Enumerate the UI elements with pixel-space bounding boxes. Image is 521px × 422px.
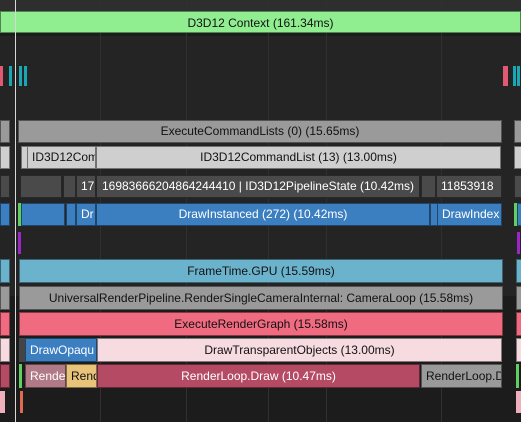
camera-loop-bar[interactable]: UniversalRenderPipeline.RenderSingleCame… xyxy=(19,286,503,310)
camera-loop-left-stub[interactable] xyxy=(0,286,10,310)
draw-right-bar[interactable]: DrawIndex xyxy=(437,203,502,226)
pipeline-gap[interactable] xyxy=(421,175,436,198)
execute-left-stub[interactable] xyxy=(0,120,10,143)
draw-left-bar[interactable]: Dr xyxy=(76,203,96,226)
event-marker[interactable] xyxy=(503,66,508,86)
render-loop-right-green[interactable] xyxy=(516,364,519,388)
render-graph-left-stub[interactable] xyxy=(0,312,10,336)
pipeline-right-stub[interactable] xyxy=(514,175,521,198)
frame-time-left-stub[interactable] xyxy=(0,259,10,283)
event-marker[interactable] xyxy=(19,66,22,86)
frame-time-gpu-bar[interactable]: FrameTime.GPU (15.59ms) xyxy=(19,259,503,283)
render-loop-right-bar[interactable]: RenderLoop.D xyxy=(421,364,502,388)
render-graph-right-stub[interactable] xyxy=(516,312,521,336)
pipeline-tiny[interactable] xyxy=(63,175,76,198)
draw-instanced-bar[interactable]: DrawInstanced (272) (10.42ms) xyxy=(96,203,430,226)
event-marker[interactable] xyxy=(24,66,27,86)
draw-objects-right-stub[interactable] xyxy=(516,338,521,362)
execute-right-stub[interactable] xyxy=(514,120,521,143)
draw-objects-left-stub[interactable] xyxy=(0,338,10,362)
command-list-left-bar[interactable]: ID3D12Com xyxy=(27,146,96,169)
draw-left-stub[interactable] xyxy=(0,203,10,226)
execute-command-lists-bar[interactable]: ExecuteCommandLists (0) (15.65ms) xyxy=(18,120,502,143)
command-list-right-stub[interactable] xyxy=(514,146,521,169)
purple-marker[interactable] xyxy=(18,232,21,254)
pipeline-left-stub[interactable] xyxy=(0,175,10,198)
event-marker[interactable] xyxy=(0,66,3,86)
context-band xyxy=(0,0,521,11)
command-list-main-bar[interactable]: ID3D12CommandList (13) (13.00ms) xyxy=(96,146,501,169)
command-list-left-stub[interactable] xyxy=(0,146,10,169)
pipeline-left-bar[interactable]: 17 xyxy=(76,175,96,198)
bottom-marker[interactable] xyxy=(20,391,23,413)
execute-render-graph-bar[interactable]: ExecuteRenderGraph (15.58ms) xyxy=(19,312,503,336)
purple-marker[interactable] xyxy=(517,232,520,254)
event-marker[interactable] xyxy=(9,66,12,86)
draw-transparent-bar[interactable]: DrawTransparentObjects (13.00ms) xyxy=(97,338,502,362)
draw-right-stub[interactable] xyxy=(517,203,521,226)
pipeline-state-bar[interactable]: 16983666204864244410 | ID3D12PipelineSta… xyxy=(96,175,420,198)
render-loop-green-marker[interactable] xyxy=(19,364,22,388)
event-marker[interactable] xyxy=(517,66,520,86)
timeline-view[interactable]: D3D12 Context (161.34ms) ExecuteCommandL… xyxy=(0,0,521,422)
render-loop-draw-bar[interactable]: RenderLoop.Draw (10.47ms) xyxy=(97,364,420,388)
camera-loop-right-stub[interactable] xyxy=(516,286,521,310)
render-frag-a-bar[interactable]: Rende xyxy=(25,364,66,388)
event-marker[interactable] xyxy=(513,66,516,86)
render-loop-left-stub[interactable] xyxy=(0,364,10,388)
pipeline-small[interactable] xyxy=(20,175,62,198)
time-cursor[interactable] xyxy=(15,0,16,422)
bottom-marker[interactable] xyxy=(0,391,5,413)
render-frag-b-bar[interactable]: Rend xyxy=(66,364,97,388)
bottom-marker[interactable] xyxy=(516,391,521,413)
d3d12-context-bar[interactable]: D3D12 Context (161.34ms) xyxy=(0,11,521,33)
draw-tiny[interactable] xyxy=(66,203,76,226)
pipeline-right-bar[interactable]: 11853918 xyxy=(436,175,502,198)
frame-time-right-stub[interactable] xyxy=(516,259,521,283)
draw-opaque-bar[interactable]: DrawOpaqu xyxy=(25,338,97,362)
draw-small[interactable] xyxy=(21,203,65,226)
